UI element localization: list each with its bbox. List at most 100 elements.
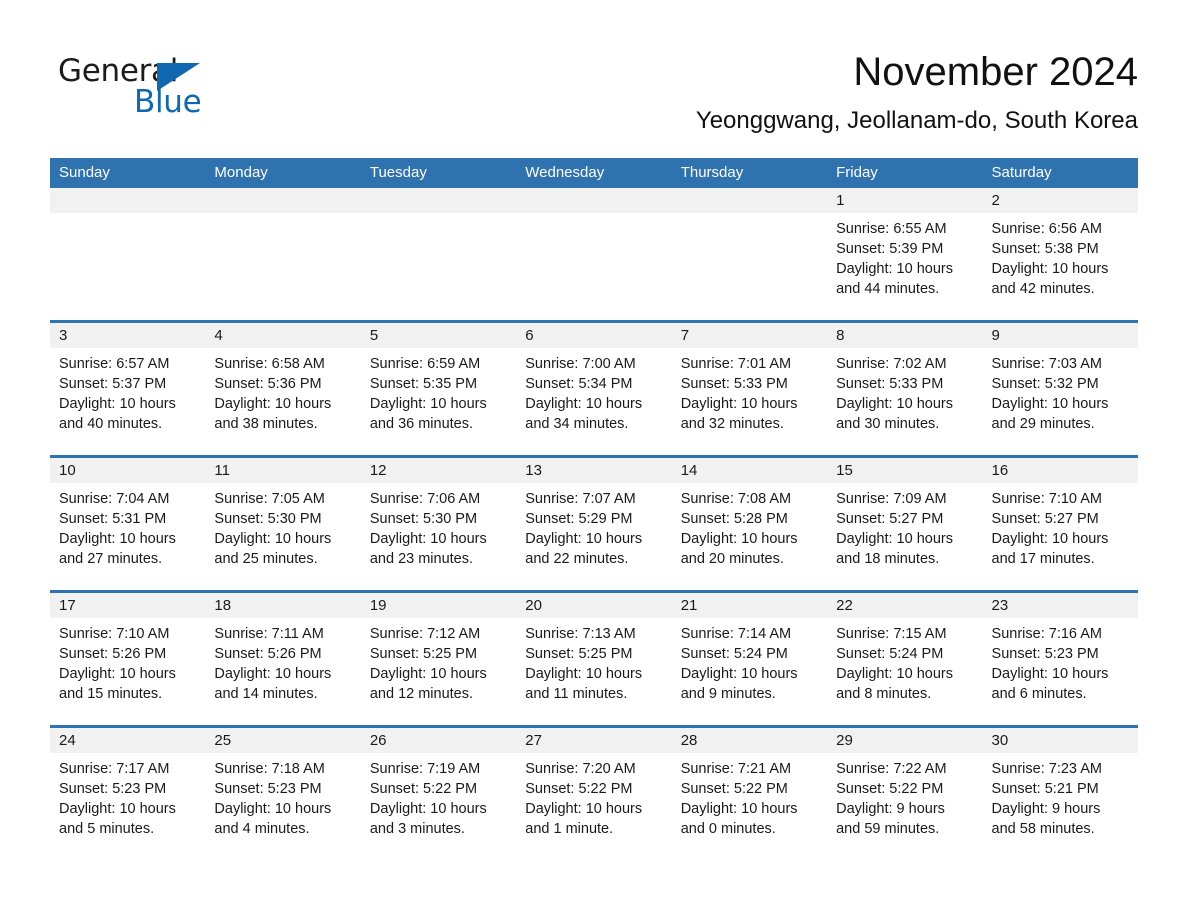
day-number: 21 [671, 593, 828, 618]
sunrise-text: Sunrise: 7:14 AM [680, 626, 792, 642]
daylight-text-line1: Daylight: 10 hours [680, 666, 798, 682]
daylight-text-line1: Daylight: 10 hours [525, 801, 643, 817]
day-details: Sunrise: 7:06 AM Sunset: 5:30 PM Daylight:… [361, 483, 516, 569]
day-number: 29 [827, 728, 983, 753]
calendar-day-cell[interactable]: 10 Sunrise: 7:04 AM Sunset: 5:31 PM Dayligh… [50, 458, 206, 590]
day-number: 20 [516, 593, 672, 618]
calendar-day-cell[interactable]: 6 Sunrise: 7:00 AM Sunset: 5:34 PM Daylight… [516, 323, 672, 455]
calendar-day-cell[interactable]: 16 Sunrise: 7:10 AM Sunset: 5:27 PM Dayligh… [982, 458, 1138, 590]
day-details: Sunrise: 7:10 AM Sunset: 5:26 PM Daylight:… [50, 618, 205, 704]
daylight-text-line1: Daylight: 10 hours [369, 396, 487, 412]
calendar-day-cell[interactable]: 13 Sunrise: 7:07 AM Sunset: 5:29 PM Dayligh… [516, 458, 672, 590]
week-cells: 17 Sunrise: 7:10 AM Sunset: 5:26 PM Dayligh… [50, 593, 1138, 725]
calendar-day-cell[interactable]: 7 Sunrise: 7:01 AM Sunset: 5:33 PM Daylight… [671, 323, 828, 455]
day-details: Sunrise: 6:55 AM Sunset: 5:39 PM Daylight:… [827, 213, 982, 299]
sunset-text: Sunset: 5:22 PM [525, 781, 633, 797]
calendar-day-cell[interactable]: 28 Sunrise: 7:21 AM Sunset: 5:22 PM Dayligh… [671, 728, 828, 860]
daylight-text-line2: and 44 minutes. [836, 281, 940, 297]
calendar-day-cell[interactable]: 17 Sunrise: 7:10 AM Sunset: 5:26 PM Dayligh… [50, 593, 206, 725]
calendar-day-cell[interactable]: 21 Sunrise: 7:14 AM Sunset: 5:24 PM Dayligh… [671, 593, 828, 725]
calendar-day-cell[interactable]: 5 Sunrise: 6:59 AM Sunset: 5:35 PM Daylight… [360, 323, 517, 455]
day-number: 7 [671, 323, 828, 348]
day-number [205, 188, 361, 213]
calendar-day-cell[interactable]: 23 Sunrise: 7:16 AM Sunset: 5:23 PM Dayligh… [982, 593, 1138, 725]
calendar-day-cell[interactable]: 25 Sunrise: 7:18 AM Sunset: 5:23 PM Dayligh… [205, 728, 361, 860]
sunrise-text: Sunrise: 7:13 AM [525, 626, 636, 642]
sunrise-text: Sunrise: 7:11 AM [214, 626, 324, 642]
day-number: 8 [827, 323, 983, 348]
calendar-day-cell[interactable]: 19 Sunrise: 7:12 AM Sunset: 5:25 PM Dayligh… [360, 593, 517, 725]
daylight-text-line1: Daylight: 10 hours [59, 666, 176, 682]
calendar-day-cell[interactable]: 15 Sunrise: 7:09 AM Sunset: 5:27 PM Dayligh… [827, 458, 983, 590]
sunrise-text: Sunrise: 6:58 AM [214, 356, 325, 372]
daylight-text-line1: Daylight: 10 hours [680, 396, 798, 412]
daylight-text-line2: and 0 minutes. [680, 821, 776, 837]
day-details: Sunrise: 7:05 AM Sunset: 5:30 PM Daylight:… [205, 483, 360, 569]
weekday-header-row: Sunday Monday Tuesday Wednesday Thursday Frid… [50, 158, 1138, 188]
sunset-text: Sunset: 5:26 PM [59, 646, 167, 662]
day-number: 19 [360, 593, 517, 618]
week-cells: 24 Sunrise: 7:17 AM Sunset: 5:23 PM Dayligh… [50, 728, 1138, 860]
calendar-week-row: 3 Sunrise: 6:57 AM Sunset: 5:37 PM Daylight… [50, 320, 1138, 455]
day-details: Sunrise: 7:21 AM Sunset: 5:22 PM Daylight:… [672, 753, 827, 839]
calendar-weeks: 1 Sunrise: 6:55 AM Sunset: 5:39 PM Daylight… [50, 188, 1138, 860]
calendar-day-cell[interactable]: 1 Sunrise: 6:55 AM Sunset: 5:39 PM Daylight… [827, 188, 983, 320]
sunset-text: Sunset: 5:33 PM [836, 376, 944, 392]
calendar-day-cell[interactable]: 3 Sunrise: 6:57 AM Sunset: 5:37 PM Daylight… [50, 323, 206, 455]
calendar-day-cell[interactable]: 11 Sunrise: 7:05 AM Sunset: 5:30 PM Dayligh… [205, 458, 361, 590]
calendar-day-cell[interactable]: 20 Sunrise: 7:13 AM Sunset: 5:25 PM Dayligh… [516, 593, 672, 725]
day-number: 26 [360, 728, 517, 753]
sunset-text: Sunset: 5:22 PM [369, 781, 478, 797]
sunrise-text: Sunrise: 7:12 AM [369, 626, 481, 642]
daylight-text-line1: Daylight: 10 hours [214, 396, 332, 412]
calendar-day-cell[interactable]: 18 Sunrise: 7:11 AM Sunset: 5:26 PM Dayligh… [205, 593, 361, 725]
day-number: 11 [205, 458, 361, 483]
calendar-day-cell[interactable]: 14 Sunrise: 7:08 AM Sunset: 5:28 PM Dayligh… [671, 458, 828, 590]
sunrise-text: Sunrise: 7:07 AM [525, 491, 636, 507]
daylight-text-line1: Daylight: 10 hours [836, 666, 953, 682]
sunrise-text: Sunrise: 7:02 AM [836, 356, 947, 372]
sunset-text: Sunset: 5:22 PM [836, 781, 944, 797]
calendar-day-cell-empty [671, 188, 828, 320]
page-title: November 2024 [853, 50, 1138, 94]
day-number: 12 [360, 458, 517, 483]
day-details: Sunrise: 7:01 AM Sunset: 5:33 PM Daylight:… [672, 348, 827, 434]
calendar-week-row: 10 Sunrise: 7:04 AM Sunset: 5:31 PM Dayligh… [50, 455, 1138, 590]
sunrise-text: Sunrise: 7:04 AM [59, 491, 170, 507]
weekday-header-wednesday: Wednesday [525, 164, 605, 181]
day-details: Sunrise: 7:23 AM Sunset: 5:21 PM Daylight:… [983, 753, 1138, 839]
daylight-text-line1: Daylight: 10 hours [214, 666, 332, 682]
calendar-day-cell[interactable]: 4 Sunrise: 6:58 AM Sunset: 5:36 PM Daylight… [205, 323, 361, 455]
calendar-day-cell[interactable]: 12 Sunrise: 7:06 AM Sunset: 5:30 PM Dayligh… [360, 458, 517, 590]
calendar-day-cell[interactable]: 30 Sunrise: 7:23 AM Sunset: 5:21 PM Dayligh… [982, 728, 1138, 860]
day-details: Sunrise: 7:20 AM Sunset: 5:22 PM Daylight:… [516, 753, 671, 839]
calendar-day-cell[interactable]: 24 Sunrise: 7:17 AM Sunset: 5:23 PM Dayligh… [50, 728, 206, 860]
sunset-text: Sunset: 5:31 PM [59, 511, 167, 527]
calendar-day-cell[interactable]: 29 Sunrise: 7:22 AM Sunset: 5:22 PM Dayligh… [827, 728, 983, 860]
general-blue-logo[interactable]: General Blue [58, 54, 258, 124]
day-number: 2 [982, 188, 1138, 213]
title-block: November 2024 Yeonggwang, Jeollanam-do, … [696, 48, 1138, 137]
daylight-text-line2: and 22 minutes. [525, 551, 629, 567]
sunrise-text: Sunrise: 6:55 AM [836, 221, 947, 237]
daylight-text-line2: and 5 minutes. [59, 821, 155, 837]
day-number: 16 [982, 458, 1138, 483]
calendar-day-cell[interactable]: 27 Sunrise: 7:20 AM Sunset: 5:22 PM Dayligh… [516, 728, 672, 860]
sunset-text: Sunset: 5:24 PM [836, 646, 944, 662]
calendar-day-cell[interactable]: 8 Sunrise: 7:02 AM Sunset: 5:33 PM Daylight… [827, 323, 983, 455]
day-details: Sunrise: 7:02 AM Sunset: 5:33 PM Daylight:… [827, 348, 982, 434]
sunrise-text: Sunrise: 7:22 AM [836, 761, 947, 777]
calendar-day-cell[interactable]: 2 Sunrise: 6:56 AM Sunset: 5:38 PM Daylight… [982, 188, 1138, 320]
day-number: 17 [50, 593, 206, 618]
daylight-text-line2: and 29 minutes. [991, 416, 1095, 432]
daylight-text-line1: Daylight: 10 hours [991, 396, 1109, 412]
calendar-day-cell[interactable]: 9 Sunrise: 7:03 AM Sunset: 5:32 PM Daylight… [982, 323, 1138, 455]
sunrise-text: Sunrise: 7:19 AM [369, 761, 481, 777]
day-number: 3 [50, 323, 206, 348]
daylight-text-line2: and 38 minutes. [214, 416, 318, 432]
calendar-day-cell[interactable]: 22 Sunrise: 7:15 AM Sunset: 5:24 PM Dayligh… [827, 593, 983, 725]
calendar-day-cell-empty [360, 188, 517, 320]
daylight-text-line2: and 36 minutes. [369, 416, 474, 432]
daylight-text-line2: and 4 minutes. [214, 821, 310, 837]
calendar-day-cell[interactable]: 26 Sunrise: 7:19 AM Sunset: 5:22 PM Dayligh… [360, 728, 517, 860]
